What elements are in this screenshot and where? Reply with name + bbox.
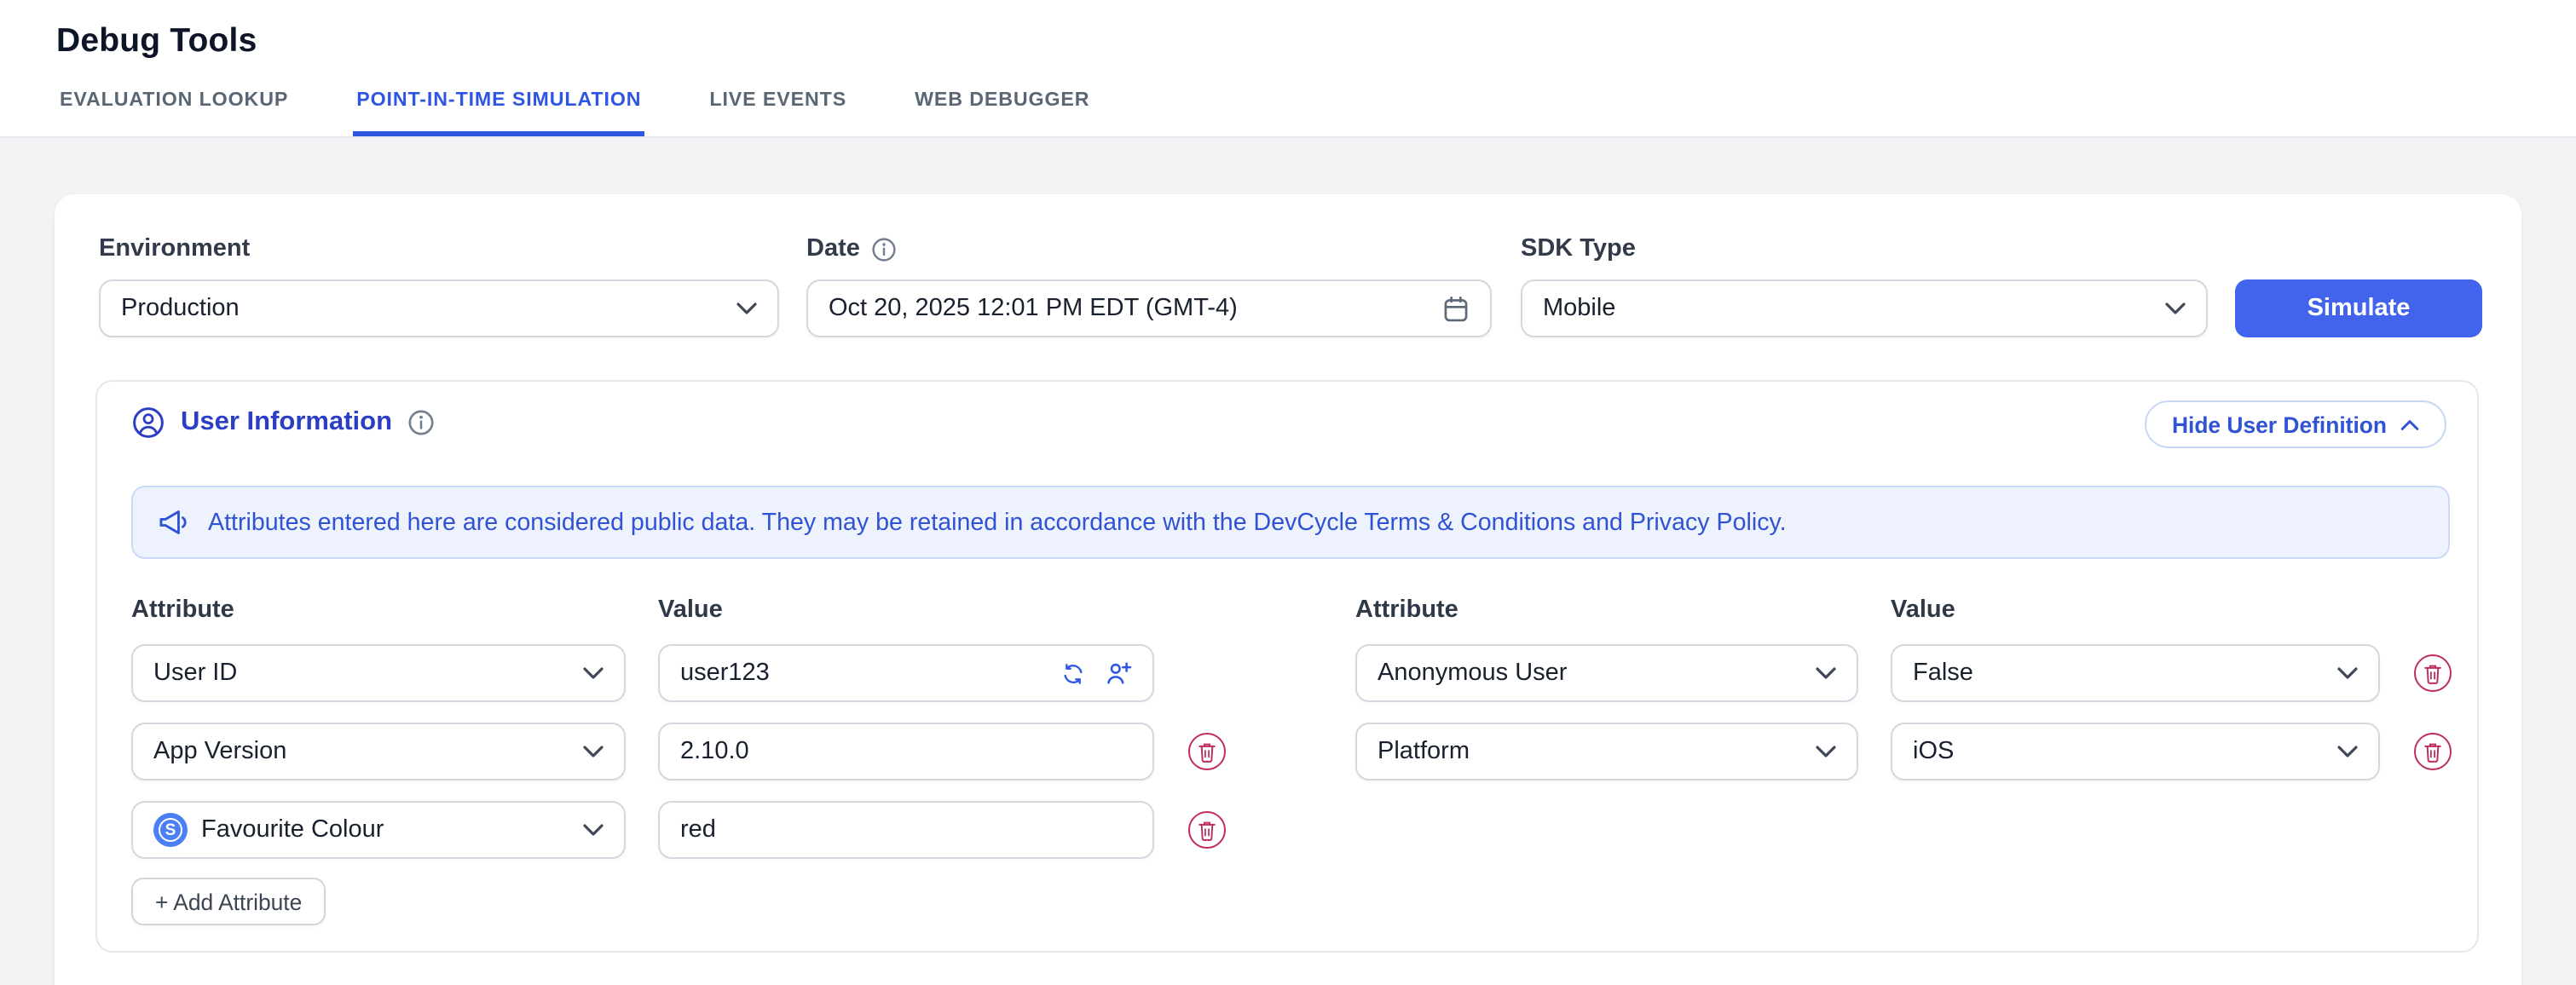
date-value: Oct 20, 2025 12:01 PM EDT (GMT-4) xyxy=(829,295,1442,322)
info-icon[interactable] xyxy=(407,409,435,436)
chevron-down-icon xyxy=(736,302,757,315)
chevron-down-icon xyxy=(1816,666,1836,680)
date-label: Date xyxy=(806,235,898,262)
attribute-select-user-id[interactable]: User ID xyxy=(131,644,626,702)
sdk-type-select[interactable]: Mobile xyxy=(1521,279,2208,337)
tab-evaluation-lookup[interactable]: EVALUATION LOOKUP xyxy=(56,89,292,136)
trash-icon[interactable] xyxy=(2414,733,2452,770)
chevron-down-icon xyxy=(2337,745,2358,758)
value-column-header: Value xyxy=(1891,596,1955,624)
user-circle-icon xyxy=(131,406,165,440)
string-type-icon: S xyxy=(153,813,188,847)
trash-icon[interactable] xyxy=(2414,654,2452,692)
refresh-icon[interactable] xyxy=(1060,660,1086,686)
user-information-section: User Information Hide User Definition At… xyxy=(95,380,2479,953)
sdk-type-label: SDK Type xyxy=(1521,235,1636,262)
tab-web-debugger[interactable]: WEB DEBUGGER xyxy=(911,89,1093,136)
attribute-row: App Version 2.10.0 Platform iOS xyxy=(97,723,2481,781)
chevron-down-icon xyxy=(583,823,604,837)
value-select-platform[interactable]: iOS xyxy=(1891,723,2380,781)
add-user-icon[interactable] xyxy=(1105,660,1132,687)
calendar-icon[interactable] xyxy=(1442,294,1470,323)
tab-point-in-time-simulation[interactable]: POINT-IN-TIME SIMULATION xyxy=(353,89,644,136)
page-header: Debug Tools EVALUATION LOOKUP POINT-IN-T… xyxy=(0,0,2576,138)
chevron-down-icon xyxy=(2165,302,2186,315)
attribute-select-anonymous-user[interactable]: Anonymous User xyxy=(1355,644,1858,702)
value-input-app-version[interactable]: 2.10.0 xyxy=(658,723,1154,781)
chevron-down-icon xyxy=(583,745,604,758)
tab-bar: EVALUATION LOOKUP POINT-IN-TIME SIMULATI… xyxy=(56,89,1093,136)
value-select-anonymous-user[interactable]: False xyxy=(1891,644,2380,702)
hide-user-definition-button[interactable]: Hide User Definition xyxy=(2145,400,2446,448)
chevron-down-icon xyxy=(1816,745,1836,758)
banner-text: Attributes entered here are considered p… xyxy=(208,509,1787,536)
date-input[interactable]: Oct 20, 2025 12:01 PM EDT (GMT-4) xyxy=(806,279,1492,337)
user-information-title: User Information xyxy=(131,406,435,440)
attribute-select-favourite-colour[interactable]: S Favourite Colour xyxy=(131,801,626,859)
trash-icon[interactable] xyxy=(1188,811,1226,849)
sdk-type-value: Mobile xyxy=(1543,295,2165,322)
environment-label: Environment xyxy=(99,235,250,262)
value-input-favourite-colour[interactable]: red xyxy=(658,801,1154,859)
chevron-down-icon xyxy=(2337,666,2358,680)
attribute-column-header: Attribute xyxy=(1355,596,1458,624)
environment-select[interactable]: Production xyxy=(99,279,779,337)
trash-icon[interactable] xyxy=(1188,733,1226,770)
attribute-select-app-version[interactable]: App Version xyxy=(131,723,626,781)
megaphone-icon xyxy=(157,506,189,539)
attribute-row: User ID user123 Anonymous User False xyxy=(97,644,2481,702)
tab-live-events[interactable]: LIVE EVENTS xyxy=(706,89,850,136)
chevron-up-icon xyxy=(2400,418,2419,430)
info-icon[interactable] xyxy=(872,236,898,262)
simulate-button[interactable]: Simulate xyxy=(2235,279,2482,337)
environment-value: Production xyxy=(121,295,736,322)
add-attribute-button[interactable]: + Add Attribute xyxy=(131,878,326,925)
chevron-down-icon xyxy=(583,666,604,680)
public-data-banner: Attributes entered here are considered p… xyxy=(131,486,2450,559)
attribute-select-platform[interactable]: Platform xyxy=(1355,723,1858,781)
simulation-card: Environment Production Date Oct 20, 2025… xyxy=(55,194,2521,985)
value-column-header: Value xyxy=(658,596,723,624)
attribute-column-header: Attribute xyxy=(131,596,234,624)
attribute-row: S Favourite Colour red xyxy=(97,801,2481,859)
page-title: Debug Tools xyxy=(56,22,257,61)
value-input-user-id[interactable]: user123 xyxy=(658,644,1154,702)
